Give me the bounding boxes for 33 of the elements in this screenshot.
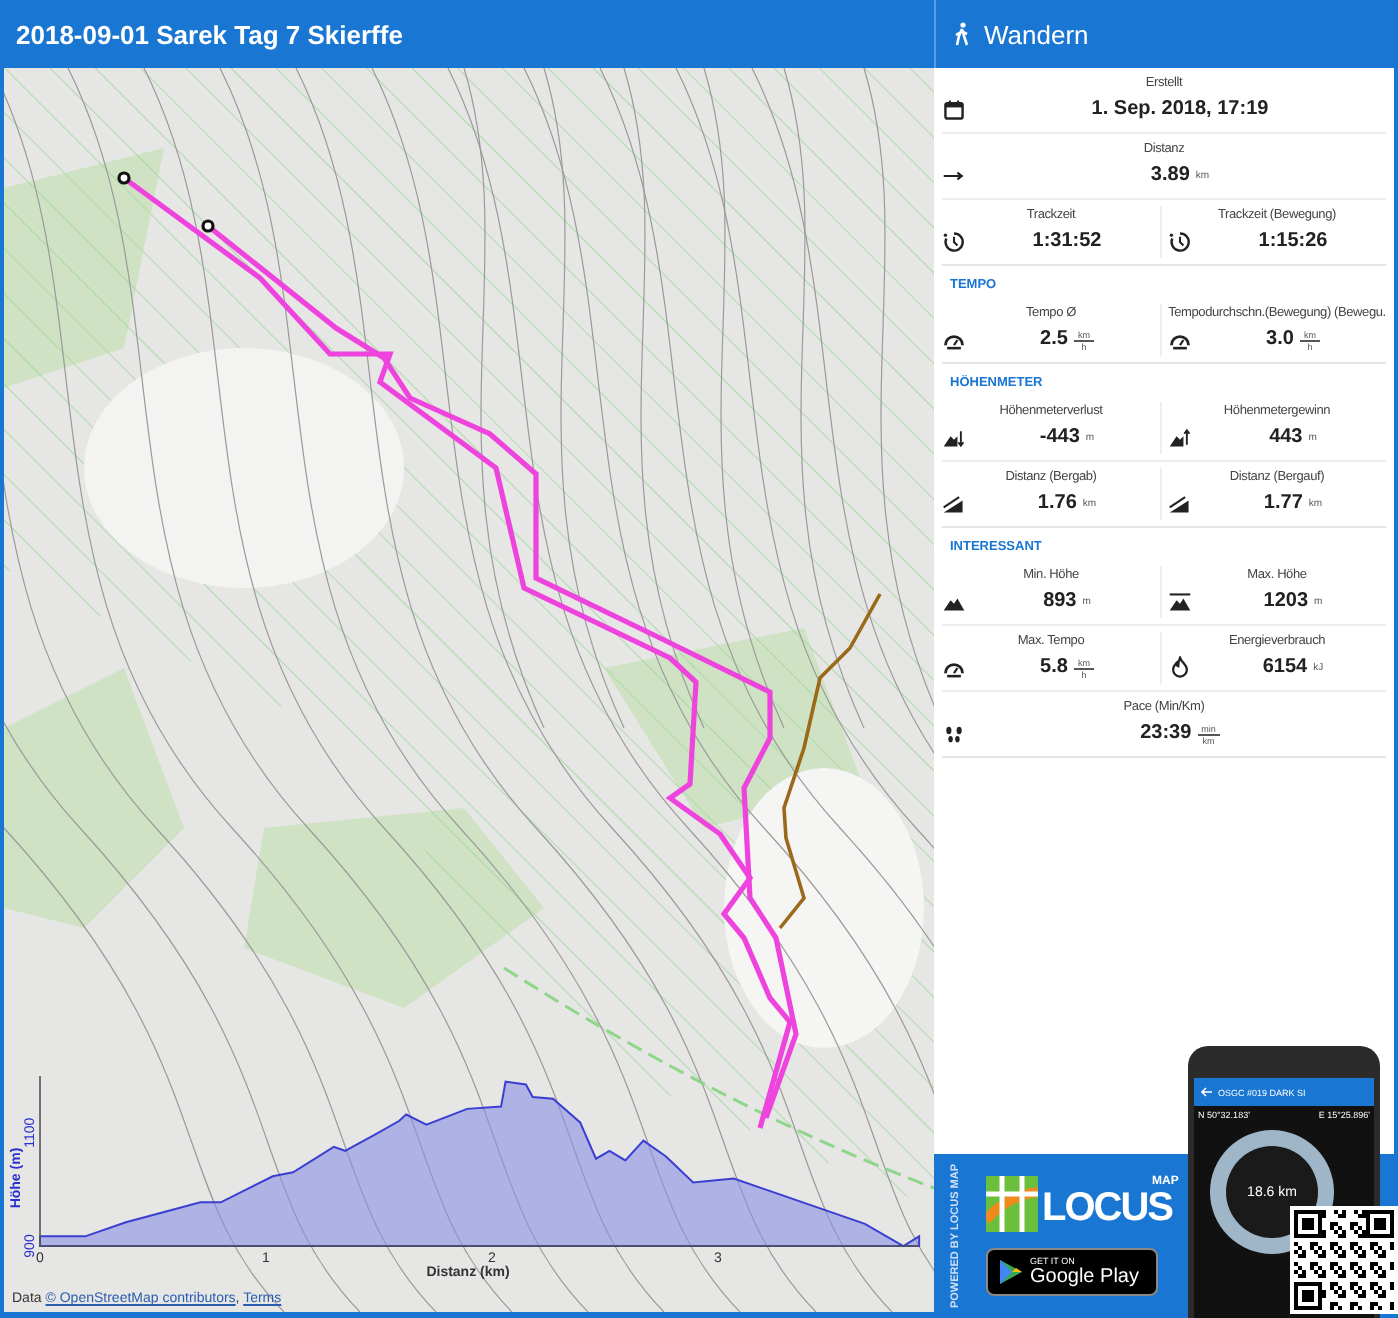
stat-value: 893 (1043, 588, 1077, 616)
play-icon (1000, 1260, 1022, 1284)
flame-icon (1168, 656, 1192, 680)
stat-value: 5.8 (1040, 654, 1068, 682)
activity-label: Wandern (984, 19, 1089, 49)
stat-value: 1:15:26 (1258, 228, 1328, 256)
logo-text: LOCUS (1042, 1184, 1175, 1232)
mountain-bar-icon (1168, 590, 1192, 614)
stat-value: 443 (1269, 424, 1303, 452)
stat-value: 1. Sep. 2018, 17:19 (1091, 96, 1269, 124)
stat-value: -443 (1039, 424, 1080, 452)
map-logo-icon (986, 1176, 1038, 1232)
stat-value: 6154 (1262, 654, 1308, 682)
stat-value: 1.76 (1037, 490, 1077, 518)
stat-value: 3.89 (1150, 162, 1190, 190)
track-title: 2018-09-01 Sarek Tag 7 Skierffe (14, 19, 405, 49)
stat-value: 1203 (1263, 588, 1309, 616)
slope-icon (942, 492, 966, 516)
stat-value: 23:39 (1140, 720, 1192, 748)
qr-code-drawing (1290, 1206, 1398, 1314)
back-arrow-icon (1200, 1086, 1212, 1098)
mountain-arrow-icon (942, 426, 966, 450)
timer-icon (942, 230, 966, 254)
slope-icon (1168, 492, 1192, 516)
stat-value: 1.77 (1263, 490, 1303, 518)
mountain-arrow-icon (1168, 426, 1192, 450)
stat-value: 3.0 (1266, 326, 1294, 354)
stat-value: 2.5 (1040, 326, 1068, 354)
calendar-icon (942, 98, 966, 122)
stat-value: 1:31:52 (1032, 228, 1102, 256)
timer-icon (1168, 230, 1192, 254)
footprints-icon (942, 722, 966, 746)
hiker-icon (952, 22, 972, 46)
